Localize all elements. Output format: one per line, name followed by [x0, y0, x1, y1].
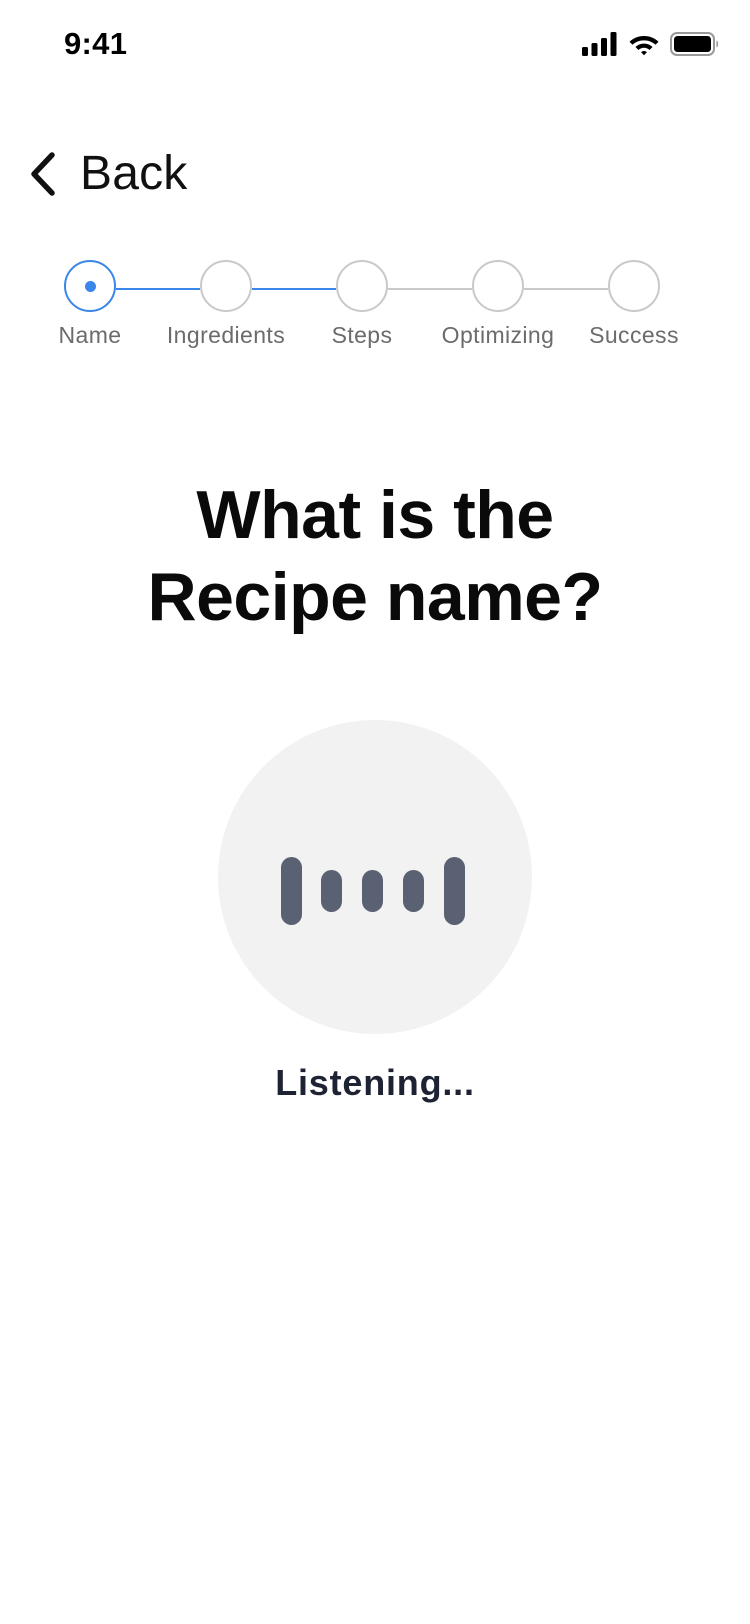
- waveform-bar: [403, 870, 424, 912]
- wifi-icon: [629, 36, 659, 56]
- status-bar: 9:41: [0, 0, 750, 90]
- step-circle-active: [64, 260, 116, 312]
- battery-icon: [670, 32, 718, 56]
- cellular-signal-icon: [582, 32, 617, 56]
- step-circle: [608, 260, 660, 312]
- step-label: Name: [58, 322, 122, 348]
- step-steps[interactable]: Steps: [292, 260, 432, 349]
- step-optimizing[interactable]: Optimizing: [428, 260, 568, 349]
- status-time: 9:41: [64, 26, 128, 61]
- waveform-bar: [321, 870, 342, 912]
- step-label: Success: [589, 322, 679, 348]
- step-label: Steps: [331, 322, 393, 348]
- step-circle: [472, 260, 524, 312]
- step-dot: [84, 280, 96, 292]
- page-title-line-2: Recipe name?: [147, 559, 603, 635]
- step-ingredients[interactable]: Ingredients: [156, 260, 296, 349]
- step-name[interactable]: Name: [20, 260, 160, 349]
- page-title: What is the Recipe name?: [0, 474, 750, 638]
- status-icons: [582, 32, 720, 56]
- step-circle: [200, 260, 252, 312]
- listening-status: Listening...: [275, 1062, 475, 1103]
- voice-input-button[interactable]: [218, 720, 532, 1034]
- page-title-line-1: What is the: [196, 477, 554, 553]
- chevron-left-icon: [31, 151, 55, 196]
- step-label: Optimizing: [441, 322, 555, 348]
- audio-waveform-icon: [218, 720, 532, 1034]
- step-success[interactable]: Success: [564, 260, 704, 349]
- waveform-bar: [362, 870, 383, 912]
- step-circle: [336, 260, 388, 312]
- back-button[interactable]: Back: [28, 146, 188, 201]
- waveform-bar: [444, 857, 465, 925]
- step-label: Ingredients: [166, 322, 286, 348]
- back-label: Back: [80, 147, 188, 200]
- progress-stepper: Name Ingredients Steps Optimizing Succes…: [0, 250, 750, 360]
- waveform-bar: [281, 857, 302, 925]
